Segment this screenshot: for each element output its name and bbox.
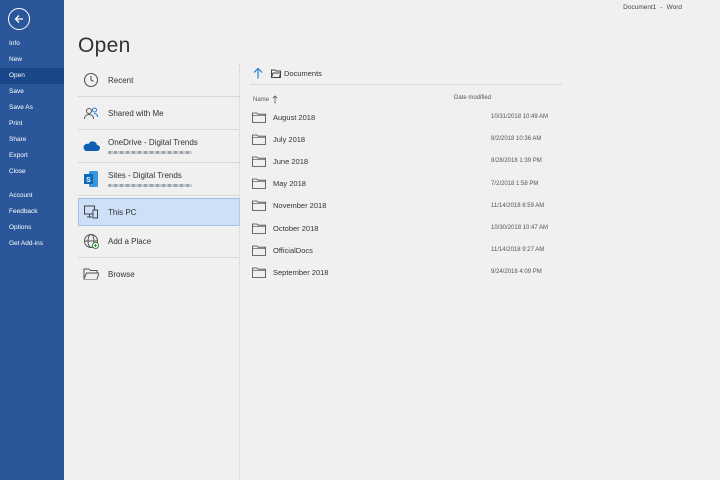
- folder-date: 8/2/2018 10:36 AM: [491, 136, 542, 143]
- computer-icon: [82, 203, 100, 221]
- column-header-name[interactable]: Name: [253, 95, 278, 105]
- folder-icon: [252, 134, 266, 145]
- divider: [78, 162, 240, 163]
- folder-icon: [252, 178, 266, 190]
- folder-row[interactable]: November 2018 11/14/2018 8:59 AM: [250, 195, 560, 217]
- clock-icon: [82, 71, 100, 89]
- nav-print[interactable]: Print: [0, 116, 64, 132]
- page-title: Open: [78, 34, 131, 57]
- divider: [78, 257, 240, 258]
- column-header-date-modified[interactable]: Date modified: [454, 95, 491, 101]
- folder-date: 11/14/2018 8:59 AM: [491, 202, 545, 209]
- folder-row[interactable]: August 2018 10/31/2018 10:49 AM: [250, 106, 560, 128]
- redacted-account: [108, 151, 192, 154]
- title-separator: -: [660, 4, 663, 11]
- nav-save-as[interactable]: Save As: [0, 100, 64, 116]
- folder-row[interactable]: June 2018 8/28/2018 1:39 PM: [250, 150, 560, 172]
- folder-name: June 2018: [273, 156, 309, 166]
- breadcrumb: Documents: [252, 67, 322, 79]
- location-label: Add a Place: [108, 236, 152, 246]
- nav-account[interactable]: Account: [0, 188, 64, 204]
- folder-row[interactable]: OfficialDocs 11/14/2018 9:27 AM: [250, 239, 560, 261]
- folder-name: September 2018: [273, 267, 329, 277]
- nav-save[interactable]: Save: [0, 84, 64, 100]
- location-label: This PC: [108, 207, 137, 217]
- folder-row[interactable]: May 2018 7/2/2018 1:58 PM: [250, 173, 560, 195]
- panel-divider: [239, 64, 240, 480]
- folder-date: 10/31/2018 10:49 AM: [491, 114, 549, 121]
- folder-date: 9/24/2018 4:09 PM: [491, 269, 542, 276]
- app-name: Word: [666, 4, 682, 11]
- divider: [78, 129, 240, 130]
- folder-icon: [252, 223, 266, 234]
- folder-row[interactable]: October 2018 10/30/2018 10:47 AM: [250, 217, 560, 239]
- backstage-nav: Info New Open Save Save As Print Share E…: [0, 0, 64, 480]
- nav-new[interactable]: New: [0, 52, 64, 68]
- folder-name: OfficialDocs: [273, 245, 313, 255]
- location-list: Recent Shared with Me OneDrive - Digital…: [78, 66, 240, 288]
- open-folder-icon: [82, 265, 100, 283]
- location-this-pc[interactable]: This PC: [78, 198, 240, 226]
- folder-icon: [252, 245, 266, 256]
- shared-users-icon: [82, 104, 100, 122]
- location-label: Sites - Digital Trends: [108, 170, 182, 180]
- location-browse[interactable]: Browse: [78, 260, 240, 288]
- file-list: August 2018 10/31/2018 10:49 AM July 201…: [250, 106, 560, 284]
- nav-export[interactable]: Export: [0, 148, 64, 164]
- breadcrumb-divider: [250, 84, 562, 85]
- nav-feedback[interactable]: Feedback: [0, 204, 64, 220]
- folder-icon: [271, 69, 281, 78]
- up-arrow-icon[interactable]: [252, 67, 264, 79]
- folder-name: November 2018: [273, 201, 327, 211]
- location-label: Shared with Me: [108, 108, 164, 118]
- folder-date: 10/30/2018 10:47 AM: [491, 225, 549, 232]
- nav-get-add-ins[interactable]: Get Add-ins: [0, 236, 64, 252]
- divider: [78, 96, 240, 97]
- folder-icon: [252, 267, 266, 278]
- location-label: OneDrive - Digital Trends: [108, 137, 198, 147]
- back-button[interactable]: [8, 8, 30, 30]
- onedrive-cloud-icon: [82, 137, 100, 155]
- column-name-label: Name: [253, 97, 270, 103]
- sort-ascending-icon: [272, 95, 278, 105]
- folder-date: 7/2/2018 1:58 PM: [491, 180, 539, 187]
- nav-info[interactable]: Info: [0, 36, 64, 52]
- divider: [78, 195, 240, 196]
- folder-name: August 2018: [273, 112, 316, 122]
- location-sites[interactable]: S Sites - Digital Trends: [78, 165, 240, 193]
- folder-name: October 2018: [273, 223, 319, 233]
- location-label: Browse: [108, 269, 135, 279]
- location-onedrive[interactable]: OneDrive - Digital Trends: [78, 132, 240, 160]
- globe-icon: [82, 232, 100, 250]
- folder-icon: [252, 112, 266, 123]
- folder-date: 11/14/2018 9:27 AM: [491, 247, 545, 254]
- folder-date: 8/28/2018 1:39 PM: [491, 158, 542, 165]
- folder-icon: [252, 156, 266, 167]
- location-label: Recent: [108, 75, 134, 85]
- folder-row[interactable]: September 2018 9/24/2018 4:09 PM: [250, 261, 560, 283]
- window-title: Document1- Word: [623, 4, 682, 11]
- redacted-account: [108, 184, 192, 187]
- nav-open[interactable]: Open: [0, 68, 64, 84]
- folder-name: May 2018: [273, 179, 306, 189]
- location-shared-with-me[interactable]: Shared with Me: [78, 99, 240, 127]
- location-add-a-place[interactable]: Add a Place: [78, 227, 240, 255]
- location-recent[interactable]: Recent: [78, 66, 240, 94]
- back-arrow-icon: [14, 15, 23, 23]
- svg-text:S: S: [86, 177, 91, 184]
- nav-share[interactable]: Share: [0, 132, 64, 148]
- folder-row[interactable]: July 2018 8/2/2018 10:36 AM: [250, 128, 560, 150]
- breadcrumb-label[interactable]: Documents: [284, 69, 322, 78]
- nav-options[interactable]: Options: [0, 220, 64, 236]
- folder-icon: [252, 200, 266, 212]
- document-name: Document1: [623, 4, 657, 11]
- sharepoint-icon: S: [82, 170, 100, 188]
- nav-close[interactable]: Close: [0, 164, 64, 180]
- folder-name: July 2018: [273, 134, 306, 144]
